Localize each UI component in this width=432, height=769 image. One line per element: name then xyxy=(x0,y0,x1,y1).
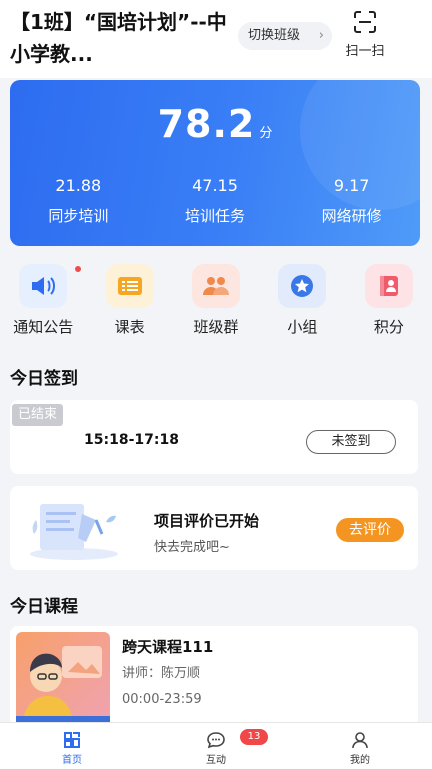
home-icon xyxy=(64,732,80,748)
menu-item-notice[interactable]: 通知公告 xyxy=(0,264,86,344)
nav-mine[interactable]: 我的 xyxy=(288,723,432,769)
nav-label: 互动 xyxy=(206,755,226,766)
evaluation-card[interactable]: 项目评价已开始 快去完成吧~ 去评价 xyxy=(10,486,418,570)
class-title: 【1班】“国培计划”--中小学教... xyxy=(10,10,227,66)
evaluation-illustration xyxy=(30,504,118,560)
speaker-icon xyxy=(19,264,68,308)
scan-button[interactable]: 扫一扫 xyxy=(340,10,390,66)
course-card[interactable]: 跨天课程111 讲师：陈万顺 00:00-23:59 xyxy=(10,626,418,726)
points-icon xyxy=(364,264,413,308)
stat-value: 21.88 xyxy=(55,176,102,195)
courses-section-title: 今日课程 xyxy=(10,597,78,617)
nav-label: 首页 xyxy=(62,755,82,766)
menu-item-schedule[interactable]: 课表 xyxy=(86,264,172,344)
signin-time-range: 15:18-17:18 xyxy=(84,432,179,448)
stat-value: 47.15 xyxy=(192,176,238,195)
schedule-icon xyxy=(105,264,154,308)
menu-item-team[interactable]: 小组 xyxy=(259,264,345,344)
star-icon xyxy=(278,264,327,308)
score-unit: 分 xyxy=(259,126,273,141)
switch-class-button[interactable]: 切换班级 › xyxy=(238,22,332,50)
signin-card: 已结束 15:18-17:18 未签到 xyxy=(10,400,418,474)
stat-label: 同步培训 xyxy=(48,207,109,225)
stat-sync-training[interactable]: 21.88 同步培训 xyxy=(10,176,147,226)
course-name: 跨天课程111 xyxy=(122,638,214,656)
stat-online-research[interactable]: 9.17 网络研修 xyxy=(283,176,420,226)
course-time: 00:00-23:59 xyxy=(122,692,202,707)
ended-tag: 已结束 xyxy=(12,404,64,426)
score-card[interactable]: 78.2 分 21.88 同步培训 47.15 培训任务 9.17 网络研修 xyxy=(10,80,420,246)
signin-section-title: 今日签到 xyxy=(10,369,78,389)
unread-dot xyxy=(75,266,81,272)
group-chat-icon xyxy=(192,264,241,308)
unread-count-badge: 13 xyxy=(240,729,268,745)
menu-label: 班级群 xyxy=(193,318,239,336)
total-score: 78.2 xyxy=(157,102,256,146)
course-thumbnail xyxy=(16,632,110,726)
menu-item-class-group[interactable]: 班级群 xyxy=(173,264,259,344)
chat-icon xyxy=(207,732,225,749)
evaluation-subtitle: 快去完成吧~ xyxy=(154,540,230,555)
header: 【1班】“国培计划”--中小学教... 切换班级 › 扫一扫 xyxy=(0,0,432,78)
menu-item-points[interactable]: 积分 xyxy=(346,264,432,344)
stat-label: 网络研修 xyxy=(321,207,382,225)
profile-icon xyxy=(352,732,368,749)
menu-label: 课表 xyxy=(114,318,145,336)
chevron-right-icon: › xyxy=(318,28,324,43)
stat-training-tasks[interactable]: 47.15 培训任务 xyxy=(147,176,284,226)
evaluation-title: 项目评价已开始 xyxy=(154,512,260,530)
quick-menu: 通知公告 课表 班级群 小组 积分 xyxy=(0,264,432,344)
course-teacher: 讲师：陈万顺 xyxy=(122,666,201,681)
scan-icon xyxy=(354,11,376,33)
menu-label: 积分 xyxy=(373,318,404,336)
switch-class-label: 切换班级 xyxy=(248,28,301,43)
nav-label: 我的 xyxy=(350,755,370,766)
nav-interaction[interactable]: 13 互动 xyxy=(144,723,288,769)
scan-label: 扫一扫 xyxy=(345,44,385,59)
menu-label: 通知公告 xyxy=(13,318,74,336)
evaluate-button[interactable]: 去评价 xyxy=(336,518,404,542)
nav-home[interactable]: 首页 xyxy=(0,723,144,769)
stat-value: 9.17 xyxy=(333,176,370,195)
not-signed-button[interactable]: 未签到 xyxy=(306,430,396,454)
bottom-nav: 首页 13 互动 我的 xyxy=(0,722,432,769)
stat-label: 培训任务 xyxy=(185,207,246,225)
menu-label: 小组 xyxy=(287,318,318,336)
